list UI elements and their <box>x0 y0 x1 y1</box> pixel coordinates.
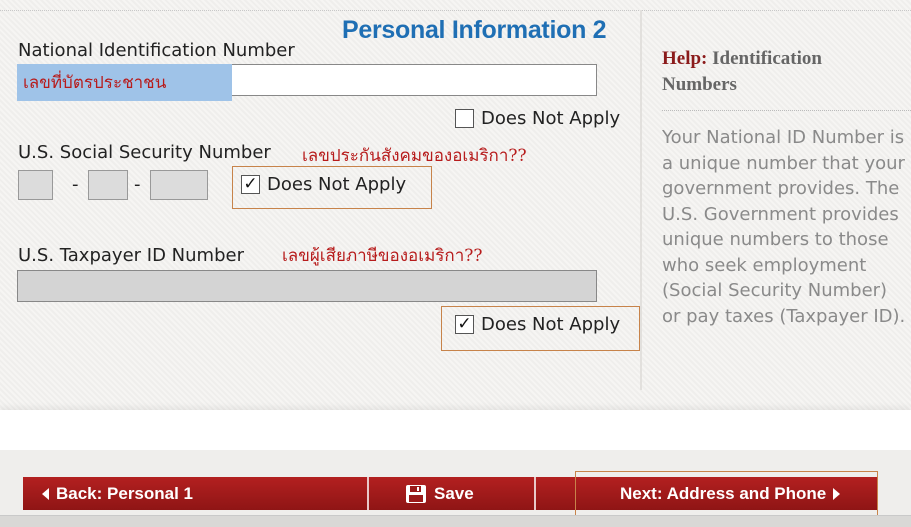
help-text: Your National ID Number is a unique numb… <box>662 127 906 327</box>
taxpayer-does-not-apply-label: Does Not Apply <box>481 314 621 335</box>
back-button[interactable]: Back: Personal 1 <box>40 477 365 510</box>
ssn-part-2-input[interactable] <box>88 170 128 200</box>
help-heading: Help: Identification Numbers <box>662 46 892 98</box>
taxpayer-id-annotation: เลขผู้เสียภาษีของอเมริกา?? <box>282 246 483 266</box>
top-divider <box>0 0 911 11</box>
next-button-label: Next: Address and Phone <box>620 483 827 503</box>
ssn-annotation: เลขประกันสังคมของอเมริกา?? <box>302 146 527 166</box>
ssn-part-3-input[interactable] <box>150 170 208 200</box>
floppy-disk-icon <box>406 484 426 503</box>
chevron-right-icon <box>833 487 841 500</box>
help-separator <box>662 110 911 111</box>
ssn-label: U.S. Social Security Number <box>18 142 271 163</box>
save-button-label: Save <box>434 483 474 503</box>
ssn-separator-1: - <box>72 174 79 195</box>
national-id-does-not-apply-label: Does Not Apply <box>481 108 621 129</box>
help-prefix: Help: <box>662 48 708 69</box>
page-title: Personal Information 2 <box>342 16 607 44</box>
ssn-does-not-apply[interactable]: ✓ Does Not Apply <box>241 174 406 195</box>
national-id-annotation: เลขที่บัตรประชาชน <box>17 64 232 101</box>
taxpayer-id-label: U.S. Taxpayer ID Number <box>18 245 244 266</box>
ssn-part-1-input[interactable] <box>18 170 53 200</box>
nav-separator-2 <box>534 477 536 510</box>
national-id-label: National Identification Number <box>18 40 295 61</box>
back-button-label: Back: Personal 1 <box>56 483 194 503</box>
next-button[interactable]: Next: Address and Phone <box>620 477 870 510</box>
chevron-left-icon <box>42 487 49 500</box>
nav-separator-1 <box>367 477 369 510</box>
bottom-edge <box>0 515 911 527</box>
taxpayer-does-not-apply[interactable]: ✓ Does Not Apply <box>455 314 620 335</box>
ssn-does-not-apply-checkbox[interactable]: ✓ <box>241 175 260 194</box>
ssn-does-not-apply-label: Does Not Apply <box>267 174 407 195</box>
ssn-separator-2: - <box>134 174 141 195</box>
taxpayer-id-input[interactable] <box>17 270 597 302</box>
national-id-does-not-apply[interactable]: Does Not Apply <box>455 108 620 129</box>
footer-band <box>0 410 911 450</box>
taxpayer-does-not-apply-checkbox[interactable]: ✓ <box>455 315 474 334</box>
save-button[interactable]: Save <box>405 477 530 510</box>
help-divider <box>640 10 642 390</box>
national-id-does-not-apply-checkbox[interactable] <box>455 109 474 128</box>
